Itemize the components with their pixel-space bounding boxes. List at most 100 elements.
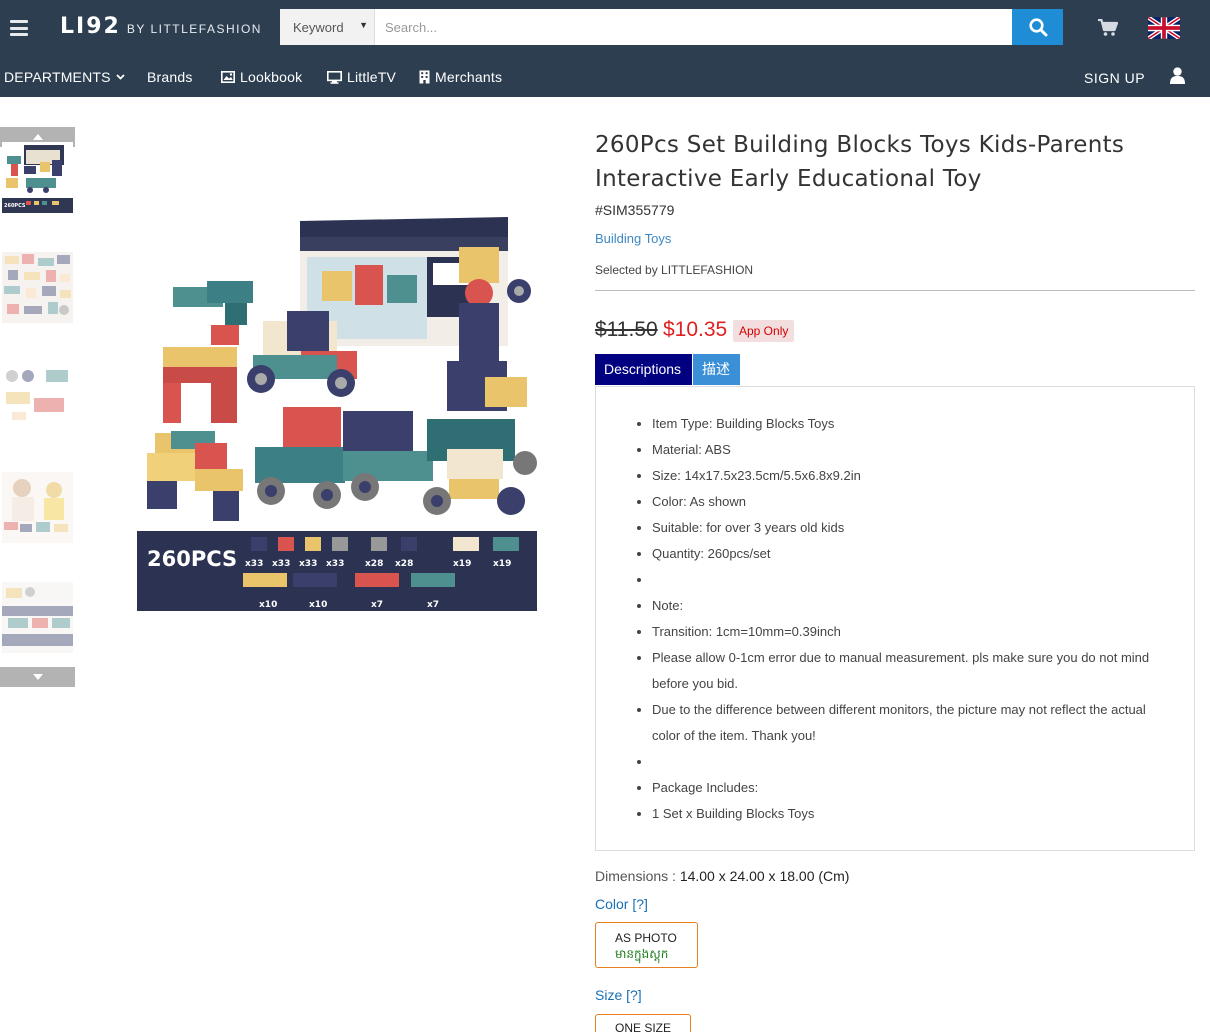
- thumbnail-4[interactable]: [2, 472, 73, 543]
- arrow-down-icon: [32, 674, 43, 680]
- color-option-label: AS PHOTO: [615, 931, 677, 945]
- piece-count: x7: [427, 600, 439, 610]
- color-label[interactable]: Color [?]: [595, 896, 648, 912]
- thumbnail-2-image: [2, 252, 73, 323]
- list-item: Material: ABS: [652, 437, 1172, 463]
- thumbnail-5[interactable]: [2, 582, 73, 653]
- piece-swatch: [278, 537, 294, 551]
- list-item: Quantity: 260pcs/set: [652, 541, 1172, 567]
- piece-count: x7: [371, 600, 383, 610]
- list-item: 1 Set x Building Blocks Toys: [652, 801, 1172, 827]
- search-button[interactable]: [1012, 9, 1063, 45]
- color-option-as-photo[interactable]: AS PHOTO មានក្នុងស្តុក: [595, 922, 698, 968]
- list-item: Item Type: Building Blocks Toys: [652, 411, 1172, 437]
- thumbnail-4-image: [2, 472, 73, 543]
- thumbnail-5-image: [2, 582, 73, 653]
- nav-brands[interactable]: Brands: [147, 69, 193, 85]
- list-item: [652, 567, 1172, 593]
- piece-swatch: [355, 573, 399, 587]
- selected-by: Selected by LITTLEFASHION: [595, 263, 754, 277]
- piece-swatch: [332, 537, 348, 551]
- list-item: Due to the difference between different …: [652, 697, 1172, 749]
- search-input[interactable]: [375, 9, 1012, 45]
- app-only-badge: App Only: [733, 320, 795, 342]
- nav-lookbook-label: Lookbook: [240, 69, 303, 85]
- piece-count: x33: [326, 559, 344, 569]
- thumbnail-1[interactable]: 260PCS: [2, 142, 73, 213]
- piece-count: x10: [309, 600, 327, 610]
- piece-count: x10: [259, 600, 277, 610]
- dimensions-value: 14.00 x 24.00 x 18.00 (Cm): [679, 868, 850, 884]
- tab-descriptions[interactable]: Descriptions: [595, 354, 692, 385]
- piece-swatch: [251, 537, 267, 551]
- size-label[interactable]: Size [?]: [595, 987, 642, 1003]
- nav-departments-label: DEPARTMENTS: [4, 69, 111, 85]
- nav-littletv-label: LittleTV: [347, 69, 397, 85]
- thumbnail-2[interactable]: [2, 252, 73, 323]
- piece-swatch: [401, 537, 417, 551]
- piece-swatch: [453, 537, 479, 551]
- thumb-scroll-down[interactable]: [0, 667, 75, 687]
- color-option-stock: មានក្នុងស្តុក: [615, 947, 669, 961]
- piece-count: x33: [272, 559, 290, 569]
- piece-swatch: [411, 573, 455, 587]
- keyword-select[interactable]: Keyword ▼: [280, 9, 375, 45]
- thumbnail-3-image: [2, 362, 73, 433]
- logo-sub: BY LITTLEFASHION: [126, 22, 262, 36]
- product-title: 260Pcs Set Building Blocks Toys Kids-Par…: [595, 132, 1125, 192]
- dimensions-label: Dimensions :: [595, 868, 676, 884]
- size-option-label: ONE SIZE: [615, 1021, 672, 1032]
- keyword-select-value: Keyword: [293, 19, 344, 35]
- search-icon: [1028, 18, 1047, 37]
- list-item: Color: As shown: [652, 489, 1172, 515]
- list-item: Suitable: for over 3 years old kids: [652, 515, 1172, 541]
- lookbook-icon: [221, 71, 235, 83]
- site-header: LI92 BY LITTLEFASHION Keyword ▼ DEPARTMEN…: [0, 0, 1210, 97]
- list-item: Size: 14x17.5x23.5cm/5.5x6.8x9.2in: [652, 463, 1172, 489]
- list-item: Note:: [652, 593, 1172, 619]
- tv-icon: [327, 70, 342, 84]
- category-link[interactable]: Building Toys: [595, 231, 671, 246]
- original-price: $11.50: [595, 318, 658, 341]
- list-item: Please allow 0-1cm error due to manual m…: [652, 645, 1172, 697]
- signup-link[interactable]: SIGN UP: [1084, 70, 1145, 86]
- piece-count: x19: [493, 559, 511, 569]
- piece-count: x28: [395, 559, 413, 569]
- nav-departments[interactable]: DEPARTMENTS: [4, 69, 125, 85]
- product-sku: #SIM355779: [595, 202, 675, 218]
- piece-swatch: [293, 573, 337, 587]
- chevron-down-icon: [116, 74, 125, 80]
- divider: [595, 290, 1195, 291]
- description-list: Item Type: Building Blocks Toys Material…: [652, 411, 1172, 827]
- arrow-up-icon: [32, 134, 43, 140]
- nav-merchants-label: Merchants: [435, 69, 503, 85]
- nav-littletv[interactable]: LittleTV: [327, 69, 396, 85]
- list-item: Transition: 1cm=10mm=0.39inch: [652, 619, 1172, 645]
- uk-flag-icon[interactable]: [1148, 17, 1180, 39]
- nav-merchants[interactable]: Merchants: [419, 69, 502, 85]
- thumbnail-3[interactable]: [2, 362, 73, 433]
- piece-count: x28: [365, 559, 383, 569]
- piece-swatch: [305, 537, 321, 551]
- cart-icon[interactable]: [1098, 19, 1118, 37]
- piece-count: x33: [245, 559, 263, 569]
- svg-text:260PCS: 260PCS: [4, 203, 26, 209]
- nav-brands-label: Brands: [147, 69, 193, 85]
- product-image-illustration: 260PCS x33 x33 x33 x33 x28 x28 x19 x19 x10 x10 x7…: [137, 211, 537, 611]
- site-logo[interactable]: LI92 BY LITTLEFASHION: [60, 14, 262, 39]
- thumbnail-1-image: 260PCS: [2, 142, 73, 213]
- list-item: [652, 749, 1172, 775]
- size-option-one-size[interactable]: ONE SIZE: [595, 1014, 691, 1032]
- menu-icon[interactable]: [10, 20, 28, 36]
- tab-description-chinese[interactable]: 描述: [693, 354, 740, 385]
- user-icon[interactable]: [1170, 67, 1185, 84]
- list-item: Package Includes:: [652, 775, 1172, 801]
- piece-swatch: [243, 573, 287, 587]
- nav-lookbook[interactable]: Lookbook: [221, 69, 302, 85]
- piece-count: x33: [299, 559, 317, 569]
- piece-swatch: [493, 537, 519, 551]
- caret-down-icon: ▼: [359, 20, 368, 30]
- main-product-image[interactable]: 260PCS x33 x33 x33 x33 x28 x28 x19 x19 x10 x10 x7…: [137, 211, 537, 611]
- piece-swatch: [371, 537, 387, 551]
- dimensions: Dimensions : 14.00 x 24.00 x 18.00 (Cm): [595, 868, 849, 884]
